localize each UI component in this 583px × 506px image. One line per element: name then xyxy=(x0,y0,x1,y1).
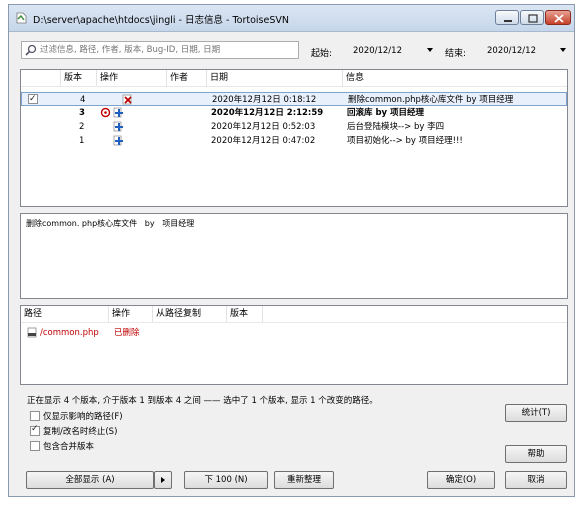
search-input[interactable] xyxy=(40,43,295,57)
chevron-down-icon xyxy=(560,48,566,52)
col-header-path-action[interactable]: 操作 xyxy=(109,306,153,322)
date-cell: 2020年12月12日 0:47:02 xyxy=(211,136,316,146)
message-cell: 后台登陆模块--> by 李四 xyxy=(347,122,445,132)
help-button[interactable]: 帮助 xyxy=(505,445,567,463)
path-cell: /common.php xyxy=(40,328,99,338)
next-100-button[interactable]: 下 100 (N) xyxy=(184,471,268,489)
checkbox[interactable] xyxy=(30,411,40,421)
title-bar[interactable]: D:\server\apache\htdocs\jingli - 日志信息 - … xyxy=(9,5,574,32)
revision-cell: 1 xyxy=(79,136,85,146)
search-box[interactable] xyxy=(21,41,299,59)
add-icon xyxy=(113,135,123,146)
log-row[interactable]: 3 2020年12月12日 2:12:59 回滚库 by 项目经理 xyxy=(21,106,567,120)
maximize-icon xyxy=(528,14,538,23)
date-cell: 2020年12月12日 0:52:03 xyxy=(211,122,316,132)
path-action-cell: 已删除 xyxy=(114,328,140,338)
delete-icon xyxy=(122,94,132,105)
to-date-label: 结束: xyxy=(445,49,467,59)
log-message-view[interactable]: 删除common. php核心库文件 by 项目经理 xyxy=(20,213,568,299)
close-icon xyxy=(554,14,564,23)
date-cell: 2020年12月12日 2:12:59 xyxy=(211,108,324,118)
checkbox[interactable] xyxy=(30,424,40,436)
col-header-checkbox[interactable] xyxy=(21,70,61,86)
path-row[interactable]: /common.php 已删除 xyxy=(21,326,567,340)
option-label: 包含合并版本 xyxy=(43,442,95,452)
minimize-button[interactable] xyxy=(495,10,519,25)
maximize-button[interactable] xyxy=(520,10,544,25)
from-date-label: 起始: xyxy=(311,49,333,59)
row-checkbox[interactable] xyxy=(28,92,38,106)
revision-cell: 3 xyxy=(79,108,85,118)
revision-cell: 4 xyxy=(80,95,86,105)
statistics-button[interactable]: 统计(T) xyxy=(505,404,567,422)
modify-icon xyxy=(100,107,111,118)
window-title: D:\server\apache\htdocs\jingli - 日志信息 - … xyxy=(33,15,289,26)
checkbox[interactable] xyxy=(30,441,40,451)
log-row[interactable]: 4 2020年12月12日 0:18:12 删除common.php核心库文件 … xyxy=(21,92,567,106)
ok-button[interactable]: 确定(O) xyxy=(427,471,495,489)
chevron-down-icon xyxy=(427,48,433,52)
message-cell: 项目初始化--> by 项目经理!!! xyxy=(347,136,463,146)
col-header-author[interactable]: 作者 xyxy=(167,70,207,86)
chevron-right-icon xyxy=(161,477,165,483)
status-text: 正在显示 4 个版本, 介于版本 1 到版本 4 之间 —— 选中了 1 个版本… xyxy=(27,396,378,406)
message-cell: 删除common.php核心库文件 by 项目经理 xyxy=(348,95,514,105)
col-header-date[interactable]: 日期 xyxy=(207,70,343,86)
col-header-copy-from[interactable]: 从路径复制 xyxy=(153,306,227,322)
col-header-revision[interactable]: 版本 xyxy=(61,70,97,86)
log-message-text: 删除common. php核心库文件 by 项目经理 xyxy=(26,219,195,228)
refresh-button[interactable]: 重新整理 xyxy=(274,471,334,489)
log-row[interactable]: 2 2020年12月12日 0:52:03 后台登陆模块--> by 李四 xyxy=(21,120,567,134)
from-date-picker[interactable]: 2020/12/12 xyxy=(349,43,437,59)
changed-paths-list[interactable]: 路径 操作 从路径复制 版本 /common.php 已删除 xyxy=(20,305,568,385)
message-cell: 回滚库 by 项目经理 xyxy=(347,108,425,118)
search-icon xyxy=(25,44,37,56)
show-all-dropdown-button[interactable] xyxy=(154,471,172,489)
col-header-action[interactable]: 操作 xyxy=(97,70,167,86)
minimize-icon xyxy=(504,20,512,22)
log-row[interactable]: 1 2020年12月12日 0:47:02 项目初始化--> by 项目经理!!… xyxy=(21,134,567,148)
option-label: 仅显示影响的路径(F) xyxy=(43,412,123,422)
add-icon xyxy=(113,107,123,118)
php-file-icon xyxy=(27,327,37,338)
option-label: 复制/改名时终止(S) xyxy=(43,427,118,437)
show-all-button[interactable]: 全部显示 (A) xyxy=(26,471,154,489)
to-date-picker[interactable]: 2020/12/12 xyxy=(483,43,569,59)
col-header-message[interactable]: 信息 xyxy=(343,70,567,86)
header-divider xyxy=(21,322,567,323)
revision-cell: 2 xyxy=(79,122,85,132)
col-header-path[interactable]: 路径 xyxy=(21,306,109,322)
log-window: D:\server\apache\htdocs\jingli - 日志信息 - … xyxy=(8,4,575,497)
log-list[interactable]: 版本 操作 作者 日期 信息 4 2020年12月12日 0:18:12 删除c… xyxy=(20,69,568,207)
col-header-filler xyxy=(263,306,567,322)
date-cell: 2020年12月12日 0:18:12 xyxy=(212,95,317,105)
to-date-value: 2020/12/12 xyxy=(487,46,536,56)
add-icon xyxy=(113,121,123,132)
from-date-value: 2020/12/12 xyxy=(353,46,402,56)
tortoisesvn-icon xyxy=(16,12,27,24)
col-header-path-revision[interactable]: 版本 xyxy=(227,306,263,322)
close-button[interactable] xyxy=(545,10,571,25)
cancel-button[interactable]: 取消 xyxy=(505,471,567,489)
header-divider xyxy=(21,86,567,87)
